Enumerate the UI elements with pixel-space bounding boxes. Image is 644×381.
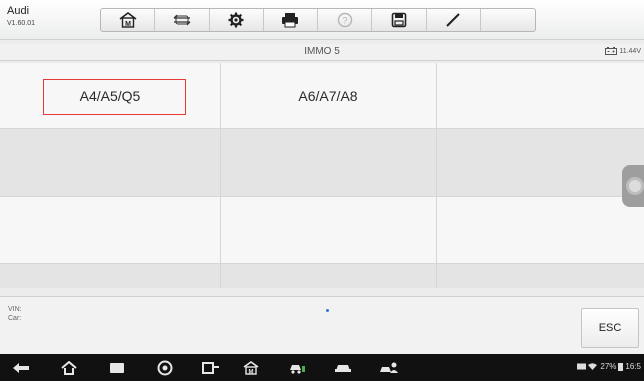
system-nav-bar: M 27% 16:5 xyxy=(0,354,644,381)
save-icon xyxy=(391,12,407,28)
vehicle-data-button[interactable] xyxy=(286,359,308,376)
menu-cell-empty xyxy=(436,128,644,196)
assistive-touch-button[interactable] xyxy=(622,165,644,207)
grid-divider xyxy=(0,263,644,264)
toolbar-empty-slot xyxy=(481,9,535,31)
menu-cell-empty xyxy=(436,63,644,128)
save-button[interactable] xyxy=(372,9,427,31)
grid-divider xyxy=(436,63,437,288)
menu-cell-empty xyxy=(0,128,220,196)
menu-cell-empty xyxy=(220,128,436,196)
page-indicator-dot xyxy=(326,309,329,312)
grid-divider xyxy=(0,128,644,129)
car-button[interactable] xyxy=(332,359,354,376)
vehicle-info: VIN: Car: xyxy=(8,305,22,323)
back-arrow-icon xyxy=(13,362,29,373)
car-service-icon xyxy=(290,364,305,374)
app-name: Audi xyxy=(7,5,30,17)
selection-highlight xyxy=(43,79,186,115)
menu-cell-empty xyxy=(436,196,644,263)
app-brand: Audi V1.60.01 xyxy=(7,5,36,28)
esc-label: ESC xyxy=(598,322,622,334)
back-button[interactable] xyxy=(10,359,32,376)
maxisys-home-icon: M xyxy=(243,360,259,375)
recent-apps-button[interactable] xyxy=(106,359,128,376)
home-nav-button[interactable] xyxy=(58,359,80,376)
voltage-value: 11.44V xyxy=(619,47,641,55)
home-icon: M xyxy=(119,12,137,28)
menu-grid: A4/A5/Q5 A6/A7/A8 xyxy=(0,63,644,288)
wifi-icon xyxy=(588,363,598,370)
chrome-button[interactable] xyxy=(154,359,176,376)
vehicle-swap-icon xyxy=(173,14,191,26)
assistive-touch-icon xyxy=(626,177,644,195)
clock: 16:5 xyxy=(625,362,641,371)
status-area: 27% 16:5 xyxy=(577,362,641,371)
screen-title: IMMO 5 xyxy=(304,46,340,57)
keyboard-icon xyxy=(577,363,587,370)
maxisys-home-button[interactable]: M xyxy=(240,359,262,376)
car-label: Car: xyxy=(8,315,22,322)
svg-text:M: M xyxy=(249,369,254,375)
vin-label: VIN: xyxy=(8,306,22,313)
home-button[interactable]: M xyxy=(101,9,156,31)
status-icons xyxy=(577,363,598,370)
screen-title-bar: IMMO 5 11.44V xyxy=(0,44,644,61)
app-version: V1.60.01 xyxy=(7,20,36,27)
vci-connect-button[interactable] xyxy=(196,359,226,376)
battery-voltage: 11.44V xyxy=(605,47,641,55)
recent-apps-icon xyxy=(110,362,124,373)
car-person-icon xyxy=(380,362,398,373)
remote-expert-button[interactable] xyxy=(378,359,400,376)
toolbar-buttons: M ? xyxy=(100,8,536,32)
menu-cell-empty xyxy=(0,263,220,288)
browser-icon xyxy=(157,360,173,375)
menu-cell-empty xyxy=(0,196,220,263)
edit-button[interactable] xyxy=(427,9,481,31)
esc-button[interactable]: ESC xyxy=(581,308,639,348)
top-toolbar: Audi V1.60.01 M ? xyxy=(0,0,644,40)
menu-cell-empty xyxy=(436,263,644,288)
svg-text:M: M xyxy=(125,21,131,28)
car-battery-icon xyxy=(605,47,618,55)
grid-divider xyxy=(0,196,644,197)
help-icon: ? xyxy=(337,12,352,28)
info-footer: VIN: Car: ESC xyxy=(0,296,644,354)
house-icon xyxy=(61,360,77,375)
print-button[interactable] xyxy=(264,9,318,31)
help-button[interactable]: ? xyxy=(318,9,373,31)
menu-cell-empty xyxy=(220,263,436,288)
grid-divider xyxy=(220,63,221,288)
edit-icon xyxy=(446,13,460,27)
svg-text:?: ? xyxy=(342,16,347,26)
menu-item-label: A6/A7/A8 xyxy=(298,87,358,104)
settings-icon xyxy=(228,12,244,28)
battery-percent: 27% xyxy=(600,362,617,371)
battery-icon xyxy=(618,363,624,371)
car-icon xyxy=(335,364,351,372)
print-icon xyxy=(282,13,299,28)
vci-connector-icon xyxy=(202,361,219,374)
vehicle-swap-button[interactable] xyxy=(155,9,210,31)
menu-item-a6-a7-a8[interactable]: A6/A7/A8 xyxy=(220,63,436,128)
menu-cell-empty xyxy=(220,196,436,263)
settings-button[interactable] xyxy=(210,9,264,31)
